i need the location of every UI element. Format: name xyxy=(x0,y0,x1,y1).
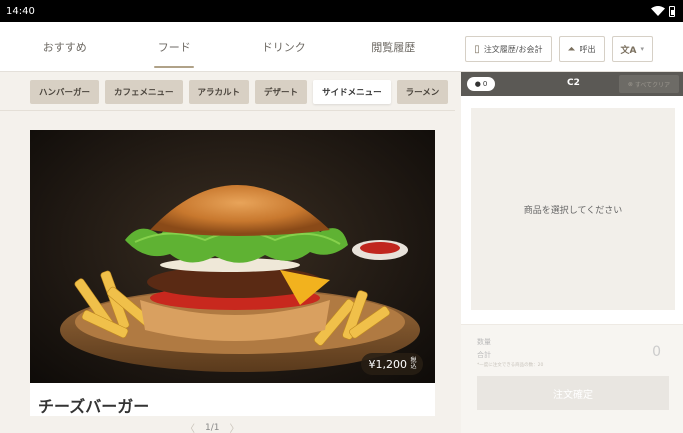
top-actions: ▯ 注文履歴/お会計 ⏶ 呼出 文A ▾ xyxy=(465,36,653,62)
category-cafe-menu[interactable]: カフェメニュー xyxy=(105,80,183,104)
tab-drink[interactable]: ドリンク xyxy=(229,22,339,72)
chevron-right-icon[interactable]: 〉 xyxy=(230,420,240,433)
receipt-icon: ▯ xyxy=(474,43,480,55)
tax-label: 税込 xyxy=(410,357,417,370)
chevron-down-icon: ▾ xyxy=(640,45,644,53)
top-navigation-bar: おすすめ フード ドリンク 閲覧履歴 ▯ 注文履歴/お会計 ⏶ 呼出 文A ▾ xyxy=(0,22,683,72)
tab-browsing-history[interactable]: 閲覧履歴 xyxy=(339,22,449,72)
language-button[interactable]: 文A ▾ xyxy=(611,36,653,62)
translate-icon: 文A xyxy=(620,45,637,56)
product-price: ¥1,200 xyxy=(368,357,408,371)
battery-icon xyxy=(669,5,675,17)
main-tabs: おすすめ フード ドリンク 閲覧履歴 xyxy=(10,22,448,72)
page-indicator: 1/1 xyxy=(205,422,220,433)
quantity-label: 数量 xyxy=(477,338,491,346)
table-code: C2 xyxy=(567,78,580,88)
status-bar: 14:40 xyxy=(0,0,683,22)
tab-recommended[interactable]: おすすめ xyxy=(10,22,120,72)
burger-image xyxy=(60,185,420,372)
call-staff-button[interactable]: ⏶ 呼出 xyxy=(558,36,605,62)
clear-all-button[interactable]: ⊗ すべてクリア xyxy=(619,75,679,93)
divider xyxy=(0,110,455,111)
order-panel: ● 0 C2 ⊗ すべてクリア 商品を選択してください 数量 合計 *一度に注文… xyxy=(461,72,683,433)
order-history-button[interactable]: ▯ 注文履歴/お会計 xyxy=(465,36,552,62)
person-icon: ● xyxy=(474,80,481,88)
status-time: 14:40 xyxy=(6,5,35,17)
pager: 〈 1/1 〉 xyxy=(185,420,240,433)
product-name: チーズバーガー xyxy=(38,397,150,416)
total-value: 0 xyxy=(652,344,661,360)
product-photo: ¥1,200 税込 xyxy=(30,130,435,383)
category-side-menu[interactable]: サイドメニュー xyxy=(313,80,391,104)
guest-count-pill[interactable]: ● 0 xyxy=(467,77,495,91)
status-icons xyxy=(651,5,675,17)
order-panel-header: ● 0 C2 ⊗ すべてクリア xyxy=(461,72,683,96)
category-a-la-carte[interactable]: アラカルト xyxy=(188,80,250,104)
product-card[interactable]: ¥1,200 税込 チーズバーガー xyxy=(30,130,435,416)
close-circle-icon: ⊗ xyxy=(627,80,633,88)
tab-food[interactable]: フード xyxy=(120,22,230,72)
order-limit-note: *一度に注文できる商品の数：20 xyxy=(477,363,544,368)
chevron-left-icon[interactable]: 〈 xyxy=(185,420,195,433)
category-dessert[interactable]: デザート xyxy=(255,80,308,104)
category-hamburger[interactable]: ハンバーガー xyxy=(30,80,100,104)
category-ramen[interactable]: ラーメン xyxy=(396,80,449,104)
wifi-icon xyxy=(651,6,665,16)
order-summary: 数量 合計 *一度に注文できる商品の数：20 0 注文確定 xyxy=(461,325,683,433)
empty-cart-message: 商品を選択してください xyxy=(471,108,675,310)
bell-icon: ⏶ xyxy=(567,43,576,55)
confirm-order-button[interactable]: 注文確定 xyxy=(477,376,669,410)
total-label: 合計 xyxy=(477,351,491,359)
price-badge: ¥1,200 税込 xyxy=(360,353,423,375)
category-chips: ハンバーガー カフェメニュー アラカルト デザート サイドメニュー ラーメン xyxy=(30,80,449,104)
